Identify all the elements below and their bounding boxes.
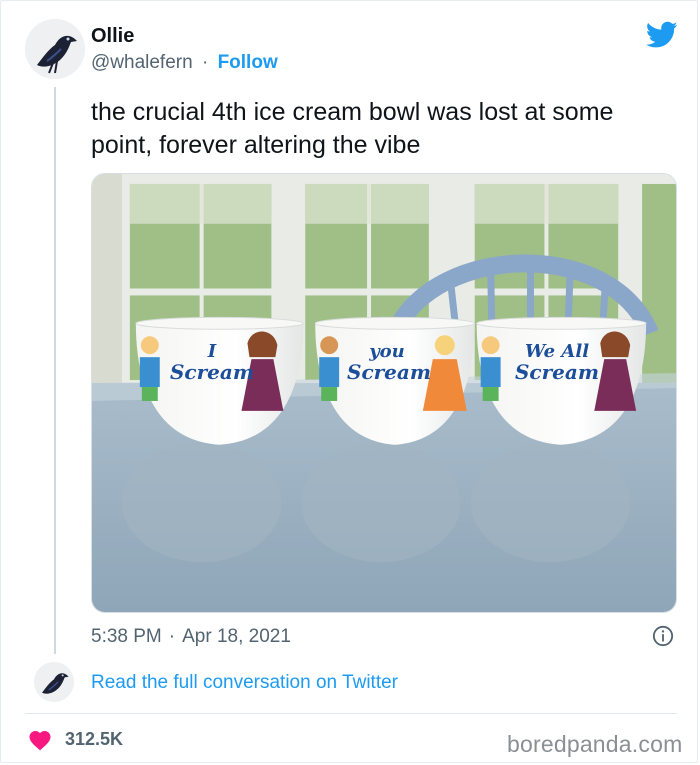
twitter-bird-icon[interactable]	[646, 21, 678, 49]
timestamp-separator: ·	[168, 626, 176, 647]
bowl-1-label: I Scream	[167, 341, 257, 384]
crow-avatar-small-image	[34, 662, 74, 702]
bowl-2-line2: Scream	[347, 360, 432, 384]
info-icon[interactable]	[652, 625, 674, 647]
read-conversation-link[interactable]: Read the full conversation on Twitter	[91, 672, 398, 694]
tweet-text: the crucial 4th ice cream bowl was lost …	[91, 98, 614, 159]
bowl-2-line1: you	[369, 341, 405, 362]
author-avatar[interactable]	[25, 19, 85, 79]
like-count[interactable]: 312.5K	[65, 729, 123, 750]
tweet-time: 5:38 PM	[91, 626, 162, 647]
bowl-1-line2: Scream	[169, 360, 254, 384]
thread-line	[54, 87, 56, 654]
tweet-photo[interactable]: I Scream you Scream We All Scream	[91, 173, 677, 613]
ice-cream-bowls-photo	[92, 174, 676, 612]
conversation-avatar[interactable]	[34, 662, 74, 702]
heart-icon[interactable]	[28, 729, 52, 751]
bowl-3-line2: Scream	[514, 360, 599, 384]
tweet-card: Ollie @whalefern · Follow the crucial 4t…	[0, 0, 698, 763]
bowl-2-label: you Scream	[347, 341, 432, 384]
bowl-1-line1: I	[207, 341, 217, 362]
bowl-3-line1: We All	[524, 341, 590, 362]
tweet-timestamp[interactable]: 5:38 PM · Apr 18, 2021	[91, 626, 291, 648]
tweet-date: Apr 18, 2021	[182, 626, 291, 647]
bowl-3-label: We All Scream	[512, 341, 602, 384]
author-name[interactable]: Ollie	[91, 25, 134, 48]
divider	[25, 713, 677, 714]
boredpanda-watermark: boredpanda.com	[507, 731, 683, 757]
author-handle-row: @whalefern · Follow	[91, 52, 278, 74]
author-handle[interactable]: @whalefern	[91, 52, 193, 73]
crow-avatar-image	[25, 19, 85, 79]
handle-separator: ·	[201, 52, 209, 73]
follow-button[interactable]: Follow	[218, 52, 278, 73]
